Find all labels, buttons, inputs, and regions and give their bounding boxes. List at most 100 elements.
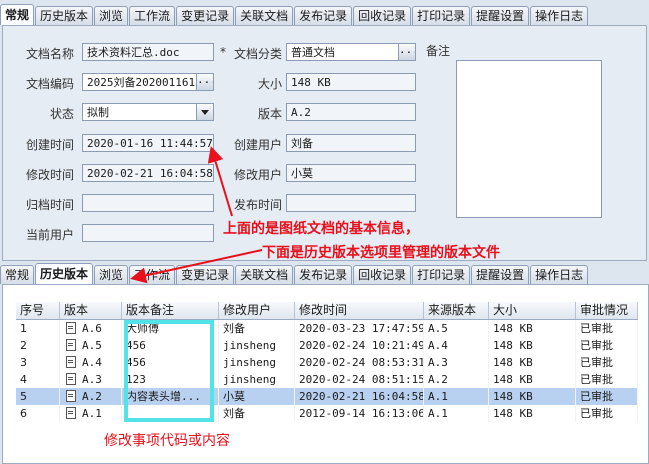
doc-category-label: 文档分类 [233, 47, 282, 61]
publish-time-label: 发布时间 [233, 198, 282, 212]
cell-text-no: 4 [20, 373, 27, 386]
cell-source: A.1 [424, 388, 489, 405]
chevron-down-icon[interactable] [196, 104, 213, 120]
remark-highlight-box [124, 320, 214, 422]
cell-version: A.2 [60, 388, 122, 405]
bottom-tab-7[interactable]: 回收记录 [353, 265, 412, 284]
bottom-tab-0[interactable]: 常规 [0, 265, 35, 284]
cell-time: 2020-02-24 10:21:49 [295, 337, 424, 354]
archive-time-field[interactable] [82, 194, 214, 212]
column-header-1[interactable]: 版本 [60, 302, 122, 319]
status-label: 状态 [49, 107, 74, 121]
modified-time-field[interactable]: 2020-02-21 16:04:58 [82, 164, 214, 182]
annotation-remark: 修改事项代码或内容 [104, 433, 230, 449]
modified-time-label: 修改时间 [25, 168, 74, 182]
cell-user: jinsheng [219, 354, 295, 371]
cell-approval: 已审批 [576, 388, 638, 405]
column-header-4[interactable]: 修改时间 [295, 302, 424, 319]
doc-category-browse-button[interactable]: ... [398, 44, 415, 60]
current-user-field[interactable] [82, 224, 214, 242]
document-icon [66, 356, 76, 368]
cell-size: 148 KB [489, 354, 576, 371]
doc-category-value: 普通文档 [291, 46, 335, 59]
doc-code-field[interactable]: 2025刘备2020011618 ... [82, 73, 214, 91]
bottom-tab-4[interactable]: 变更记录 [176, 265, 235, 284]
cell-time: 2020-02-24 08:51:15 [295, 371, 424, 388]
cell-text-time: 2020-02-24 08:53:31 [299, 356, 424, 369]
cell-source: A.3 [424, 354, 489, 371]
top-tab-3[interactable]: 工作流 [129, 6, 176, 25]
note-textarea[interactable] [456, 60, 602, 218]
column-header-7[interactable]: 审批情况 [576, 302, 638, 319]
top-tab-6[interactable]: 发布记录 [294, 6, 353, 25]
size-field[interactable]: 148 KB [286, 73, 416, 91]
version-grid-body: 1 A.6 大师傅 刘备 2020-03-23 17:47:59 A.5 148 KB 已审批… [16, 320, 638, 422]
bottom-tab-2[interactable]: 浏览 [94, 265, 129, 284]
column-header-2[interactable]: 版本备注 [122, 302, 219, 319]
bottom-tab-1[interactable]: 历史版本 [35, 263, 94, 284]
bottom-tab-5[interactable]: 关联文档 [235, 265, 294, 284]
doc-category-field[interactable]: 普通文档 ... [286, 43, 416, 61]
column-header-5[interactable]: 来源版本 [424, 302, 489, 319]
cell-user: 小莫 [219, 388, 295, 405]
status-select[interactable]: 拟制 [82, 103, 214, 121]
doc-name-field[interactable]: 技术资料汇总.doc [82, 43, 214, 61]
cell-text-size: 148 KB [493, 373, 533, 386]
cell-approval: 已审批 [576, 320, 638, 337]
bottom-tab-6[interactable]: 发布记录 [294, 265, 353, 284]
cell-approval: 已审批 [576, 405, 638, 422]
document-icon [66, 339, 76, 351]
bottom-tab-10[interactable]: 操作日志 [530, 265, 589, 284]
table-row[interactable]: 5 A.2 内容表头增... 小莫 2020-02-21 16:04:58 A.1 148 … [16, 388, 638, 405]
cell-text-version: A.1 [82, 407, 102, 420]
cell-text-time: 2020-02-24 10:21:49 [299, 339, 424, 352]
bottom-tab-8[interactable]: 打印记录 [412, 265, 471, 284]
table-row[interactable]: 1 A.6 大师傅 刘备 2020-03-23 17:47:59 A.5 148 KB 已审批 [16, 320, 638, 337]
top-tab-8[interactable]: 打印记录 [412, 6, 471, 25]
cell-text-approval: 已审批 [580, 390, 613, 403]
cell-text-approval: 已审批 [580, 339, 613, 352]
top-tab-1[interactable]: 历史版本 [35, 6, 94, 25]
created-user-label: 创建用户 [233, 138, 282, 152]
top-tab-0[interactable]: 常规 [0, 4, 35, 25]
modified-user-field[interactable]: 小莫 [286, 164, 416, 182]
bottom-tab-3[interactable]: 工作流 [129, 265, 176, 284]
top-tab-2[interactable]: 浏览 [94, 6, 129, 25]
top-tab-10[interactable]: 操作日志 [530, 6, 589, 25]
top-tab-7[interactable]: 回收记录 [353, 6, 412, 25]
top-tab-5[interactable]: 关联文档 [235, 6, 294, 25]
publish-time-field[interactable] [286, 194, 416, 212]
table-row[interactable]: 4 A.3 123 jinsheng 2020-02-24 08:51:15 A.2 148… [16, 371, 638, 388]
cell-source: A.2 [424, 371, 489, 388]
cell-size: 148 KB [489, 337, 576, 354]
status-value: 拟制 [87, 106, 109, 119]
cell-no: 3 [16, 354, 60, 371]
version-field[interactable]: A.2 [286, 103, 416, 121]
column-header-6[interactable]: 大小 [489, 302, 576, 319]
cell-user: 刘备 [219, 320, 295, 337]
cell-version: A.5 [60, 337, 122, 354]
bottom-tab-9[interactable]: 提醒设置 [471, 265, 530, 284]
cell-user: 刘备 [219, 405, 295, 422]
cell-no: 2 [16, 337, 60, 354]
doc-code-browse-button[interactable]: ... [196, 74, 213, 90]
cell-text-source: A.1 [428, 407, 448, 420]
column-header-0[interactable]: 序号 [16, 302, 60, 319]
cell-text-source: A.1 [428, 390, 448, 403]
column-header-3[interactable]: 修改用户 [219, 302, 295, 319]
cell-text-user: 小莫 [223, 390, 245, 403]
table-row[interactable]: 2 A.5 456 jinsheng 2020-02-24 10:21:49 A.4 148… [16, 337, 638, 354]
table-row[interactable]: 6 A.1 刘备 2012-09-14 16:13:06 A.1 148 KB 已审批 [16, 405, 638, 422]
cell-text-no: 2 [20, 339, 27, 352]
cell-text-size: 148 KB [493, 407, 533, 420]
cell-approval: 已审批 [576, 337, 638, 354]
cell-text-source: A.4 [428, 339, 448, 352]
cell-approval: 已审批 [576, 371, 638, 388]
cell-text-no: 1 [20, 322, 27, 335]
cell-no: 4 [16, 371, 60, 388]
created-user-field[interactable]: 刘备 [286, 134, 416, 152]
top-tab-9[interactable]: 提醒设置 [471, 6, 530, 25]
created-time-field[interactable]: 2020-01-16 11:44:57 [82, 134, 214, 152]
top-tab-4[interactable]: 变更记录 [176, 6, 235, 25]
table-row[interactable]: 3 A.4 456 jinsheng 2020-02-24 08:53:31 A.3 148… [16, 354, 638, 371]
